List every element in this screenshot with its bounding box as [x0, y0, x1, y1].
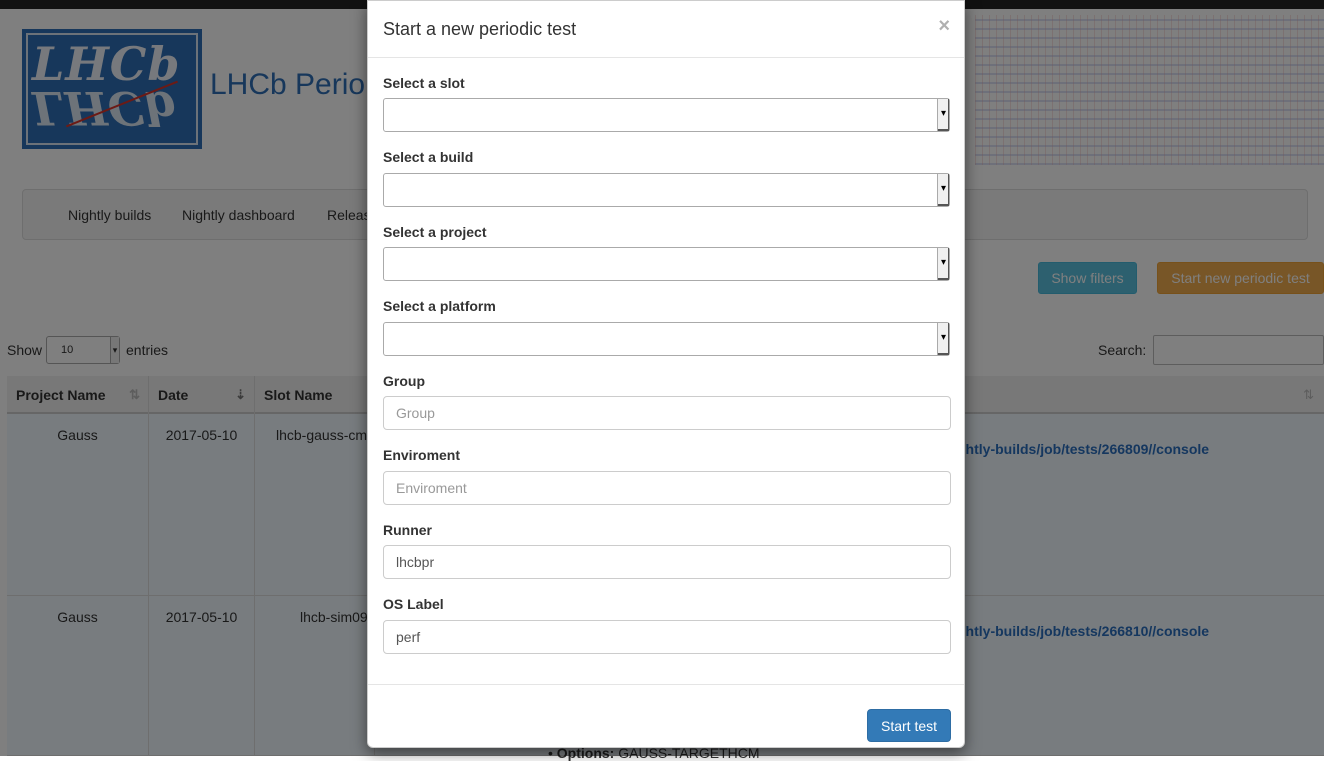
runner-input[interactable]: [383, 545, 951, 579]
modal-header: Start a new periodic test ×: [368, 1, 964, 58]
start-test-button[interactable]: Start test: [867, 709, 951, 742]
os-label-label: OS Label: [383, 596, 444, 612]
build-select[interactable]: ▾: [383, 173, 950, 207]
chevron-down-icon: ▾: [937, 174, 949, 206]
chevron-down-icon: ▾: [937, 99, 949, 131]
platform-select[interactable]: ▾: [383, 322, 950, 356]
runner-label: Runner: [383, 522, 432, 538]
new-periodic-test-dialog: Start a new periodic test × Select a slo…: [367, 0, 965, 748]
project-select[interactable]: ▾: [383, 247, 950, 281]
chevron-down-icon: ▾: [937, 248, 949, 280]
project-label: Select a project: [383, 224, 487, 240]
modal-title: Start a new periodic test: [383, 19, 577, 39]
slot-select[interactable]: ▾: [383, 98, 950, 132]
os-label-input[interactable]: [383, 620, 951, 654]
environment-input[interactable]: [383, 471, 951, 505]
platform-label: Select a platform: [383, 298, 496, 314]
close-icon[interactable]: ×: [938, 15, 950, 38]
slot-label: Select a slot: [383, 75, 465, 91]
group-label: Group: [383, 373, 425, 389]
group-input[interactable]: [383, 396, 951, 430]
environment-label: Enviroment: [383, 447, 461, 463]
build-label: Select a build: [383, 149, 474, 165]
modal-footer: Start test: [368, 684, 964, 748]
chevron-down-icon: ▾: [937, 323, 949, 355]
